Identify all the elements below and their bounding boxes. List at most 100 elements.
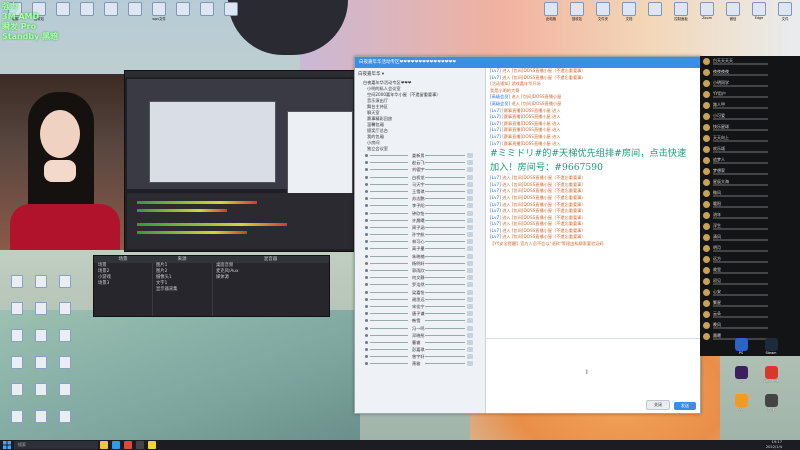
user-row[interactable]: 邓晓彤 [355,332,485,339]
send-button[interactable]: 发送 [674,402,696,410]
sources-dock[interactable]: 来源 图片1 图片2 摄像头1 文字1 显示器采集 [152,256,213,316]
user-row[interactable]: 王雪琪 [355,188,485,195]
desktop-icon[interactable]: 控制面板 [670,2,692,28]
desktop-icon[interactable]: 文件夹 [592,2,614,28]
audience-row[interactable]: 微风 [700,188,800,199]
taskbar-search[interactable]: 搜索 [14,441,98,449]
desktop-icon[interactable]: AI [730,394,752,416]
chat-message[interactable]: [Lv7] 进入 [包间]DOSS直播小屋（不遗忘重要事） [486,202,700,209]
obs-docks[interactable]: 场景 场景 场景2 小游戏 场景3 来源 图片1 图片2 摄像头1 文字1 显示器采集 混音器… [93,255,330,317]
chat-message[interactable]: [Lv7] 进入 [包间]DOSS直播小屋（不遗忘重要事） [486,182,700,189]
audience-row[interactable]: 欢乐颂 [700,144,800,155]
audience-row[interactable]: 清风 [700,232,800,243]
audience-row[interactable]: 快乐星球 [700,122,800,133]
audience-row[interactable]: 云朵 [700,309,800,320]
user-row[interactable]: 林可心 [355,238,485,245]
user-row[interactable]: 曹睿 [355,339,485,346]
user-row[interactable]: 谢思远 [355,296,485,303]
desktop-icon[interactable]: 游戏 [760,394,782,416]
obs-titlebar[interactable] [125,71,355,77]
audience-row[interactable]: 天天向上 [700,133,800,144]
user-row[interactable]: 曾宇轩 [355,353,485,360]
user-row[interactable]: 韩雪 [355,317,485,324]
user-row[interactable]: 李子阳 [355,202,485,209]
taskbar-app-edge-icon[interactable] [112,441,120,449]
message-sender[interactable]: [Lv7] [490,68,501,73]
audience-row[interactable]: 晚风 [700,320,800,331]
user-row[interactable]: 郭雨欣 [355,267,485,274]
message-sender[interactable]: [Lv7] [490,195,501,200]
message-sender[interactable]: [Lv7] [490,188,501,193]
chat-message[interactable]: [Lv7] 进入 [包间]DOSS直播小屋（不遗忘重要事） [486,175,700,182]
chat-message[interactable]: [Lv7] 进入 [包间]DOSS直播小屋（不遗忘重要事） [486,75,700,82]
chat-message[interactable]: [Lv7] [赛事直播]DOSS直播小屋 进入 [486,121,700,128]
audience-row[interactable]: 心安 [700,287,800,298]
desktop-icon[interactable]: Zoom [696,2,718,28]
audience-row[interactable]: 白天天天天 [700,56,800,67]
user-row[interactable]: 孙宇航 [355,231,485,238]
chat-message[interactable]: [高级会员] 进入 [包间]DOSS直播小屋 [486,94,700,101]
message-sender[interactable]: [Lv7] [490,228,501,233]
scenes-dock[interactable]: 场景 场景 场景2 小游戏 场景3 [94,256,153,316]
audience-list-panel[interactable]: 白天天天天 夜夜夜夜 小明同学 YY用户 路人甲 小可爱 快乐星球 天天向上 欢乐颂 追梦人 梦想家… [700,56,800,356]
scene-item[interactable]: 场景3 [94,281,152,287]
audience-row[interactable]: 流年 [700,210,800,221]
audience-row[interactable]: 路人甲 [700,100,800,111]
user-row[interactable]: 赵云飞 [355,159,485,166]
audience-row[interactable]: 浮生 [700,221,800,232]
desktop-file-icon[interactable] [50,383,80,407]
chat-message[interactable]: [Lv7] 进入 [包间]DOSS直播小屋（不遗忘重要事） [486,195,700,202]
message-sender[interactable]: [Lv7] [490,114,501,119]
obs-preview[interactable] [127,79,353,199]
chat-message[interactable]: [Lv7] 进入 [包间]DOSS直播小屋（不遗忘重要事） [486,215,700,222]
user-row[interactable]: 萧雅 [355,360,485,367]
desktop-file-icon[interactable] [50,329,80,353]
desktop-file-icon[interactable] [50,275,80,299]
taskbar-app-chrome-icon[interactable] [124,441,132,449]
audience-row[interactable]: 星辰大海 [700,177,800,188]
user-row[interactable]: 朱晓楠 [355,253,485,260]
user-row[interactable]: 唐子谦 [355,310,485,317]
user-row[interactable]: 白桥龙 [355,174,485,181]
desktop-icon[interactable]: AE [730,366,752,388]
chat-message[interactable]: [Lv7] [赛事直播]DOSS直播小屋 进入 [486,108,700,115]
audience-row[interactable]: 梦想家 [700,166,800,177]
user-row[interactable]: 许晨曦 [355,217,485,224]
channel-header[interactable]: 白夜嘉年华 ▾ [355,68,485,80]
chat-message[interactable]: [Lv7] 进入 [包间]DOSS直播小屋（不遗忘重要事） [486,228,700,235]
channel-sidebar[interactable]: 白夜嘉年华 ▾ 白夜嘉年华活动专区❤❤❤ 小明的私人会议室 空间2000嘉年华小屋（… [355,68,486,413]
desktop-icon[interactable]: WeGame [760,366,782,388]
desktop-file-icon[interactable] [50,410,80,434]
chat-message[interactable]: 我是小明的大哥 [486,88,700,95]
message-sender[interactable]: [Lv7] [490,121,501,126]
room-invite-message[interactable]: #ミミドリ#的#天梯优先组排#房间，点击快速加入！房间号：#9667590 [486,147,700,175]
message-sender[interactable]: [Lv7] [490,208,501,213]
source-item[interactable]: 显示器采集 [152,287,212,293]
desktop-icon[interactable]: 文档 [618,2,640,28]
desktop-icon[interactable]: 回收站 [566,2,588,28]
taskbar-app-yy-icon[interactable] [148,441,156,449]
user-row[interactable]: 马天宇 [355,181,485,188]
user-row[interactable]: 杨明轩 [355,260,485,267]
chat-message[interactable]: [Lv7] 进入 [包间]DOSS直播小屋（不遗忘重要事） [486,221,700,228]
desktop-icon[interactable]: 此电脑 [540,2,562,28]
message-sender[interactable]: [Lv7] [490,221,501,226]
user-row[interactable]: 罗浩然 [355,281,485,288]
desktop-icon[interactable] [196,2,218,28]
user-row[interactable]: 苏志鹏 [355,195,485,202]
windows-start-icon[interactable] [3,441,11,449]
audio-channel[interactable]: 媒体源 [212,275,329,281]
chat-message[interactable]: 【YY安全提醒】官方人员不会以"退款"等理由私聊索要验证码 [486,241,700,248]
user-row[interactable]: 钟欣怡 [355,210,485,217]
chat-input[interactable]: I 关闭 发送 [486,338,700,413]
audience-row[interactable]: 故里 [700,265,800,276]
desktop-icon[interactable]: wps文件 [148,2,170,28]
message-sender[interactable]: [Lv7] [490,127,501,132]
audience-row[interactable]: 初见 [700,276,800,287]
message-sender[interactable]: [Lv7] [490,182,501,187]
message-sender[interactable]: [Lv7] [490,141,501,146]
chat-message[interactable]: [Lv7] 进入 [包间]DOSS直播小屋（不遗忘重要事） [486,188,700,195]
desktop-icon[interactable]: Steam [760,338,782,360]
chat-message[interactable]: [Lv7] 进入 [包间]DOSS直播小屋（不遗忘重要事） [486,208,700,215]
audience-row[interactable]: 夜夜夜夜 [700,67,800,78]
